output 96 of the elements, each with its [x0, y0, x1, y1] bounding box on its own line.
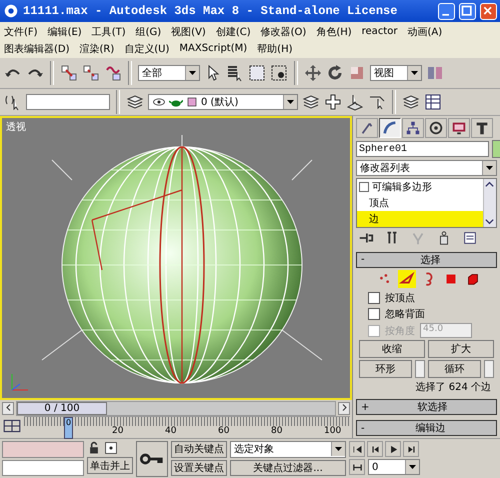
menu-item[interactable]: 动画(A): [407, 24, 442, 38]
next-frame-button[interactable]: [338, 402, 350, 414]
rollout-header[interactable]: + 软选择: [356, 399, 497, 416]
current-frame-field[interactable]: 0: [368, 459, 420, 475]
menu-item[interactable]: 编辑(E): [48, 24, 82, 38]
dropdown-arrow-icon[interactable]: [409, 465, 416, 469]
right-chevron-icon[interactable]: [340, 402, 348, 412]
key-filters-button[interactable]: 关键点过滤器...: [230, 460, 346, 476]
rollout-header[interactable]: - 编辑边: [356, 420, 497, 436]
select-by-name-icon[interactable]: [226, 64, 244, 82]
rollout-title: 编辑边: [414, 422, 446, 436]
menu-item[interactable]: 角色(H): [316, 24, 352, 38]
layer-name: 0 (默认): [201, 96, 238, 109]
checkbox-label: 按顶点: [385, 292, 415, 305]
checkbox[interactable]: [368, 308, 380, 320]
menu-item[interactable]: 图表编辑器(D): [4, 42, 70, 56]
dropdown-arrow-icon[interactable]: [287, 100, 294, 104]
viewport-label: 透视: [6, 120, 26, 134]
layer-dropdown[interactable]: 0 (默认): [148, 94, 298, 110]
layers-icon[interactable]: [126, 93, 144, 111]
frame-label: 40: [165, 426, 176, 436]
perspective-viewport[interactable]: 透视: [0, 116, 352, 400]
unlink-icon[interactable]: [82, 64, 100, 82]
add-to-layer-icon[interactable]: [324, 93, 342, 111]
checkbox-label: 忽略背面: [385, 308, 425, 321]
set-key-mode-button[interactable]: 设置关键点: [171, 460, 227, 476]
layer-manager-icon[interactable]: [402, 93, 420, 111]
rollout-header[interactable]: - 选择: [356, 252, 497, 268]
menu-item[interactable]: MAXScript(M): [179, 43, 248, 54]
click-prompt-button[interactable]: 单击并上: [87, 457, 133, 474]
menu-item[interactable]: 帮助(H): [257, 42, 292, 56]
schematic-view-icon[interactable]: [424, 93, 442, 111]
named-selection-field[interactable]: [26, 94, 110, 110]
rollout-title: 软选择: [416, 400, 449, 414]
checkbox[interactable]: [368, 292, 380, 304]
menu-item[interactable]: reactor: [362, 26, 398, 37]
current-frame-marker[interactable]: 0: [64, 417, 73, 439]
rotate-icon[interactable]: [326, 64, 344, 82]
sub-object-level-item[interactable]: 顶点: [357, 195, 483, 211]
lock-icon[interactable]: [87, 441, 101, 455]
selection-status: 选择了 624 个边: [414, 380, 492, 394]
reference-coordinate-dropdown[interactable]: 视图: [370, 65, 422, 81]
scroll-down-icon[interactable]: [484, 216, 495, 227]
window-crossing-icon[interactable]: [270, 64, 288, 82]
move-icon[interactable]: [304, 64, 322, 82]
rectangle-selection-icon[interactable]: [248, 64, 266, 82]
checkbox-label: 按角度: [385, 324, 415, 338]
frame-label: 80: [271, 426, 282, 436]
object-name-field[interactable]: Sphere01: [356, 141, 489, 157]
menu-item[interactable]: 自定义(U): [124, 42, 170, 56]
absolute-mode-icon[interactable]: [104, 441, 118, 455]
menu-item[interactable]: 渲染(R): [80, 42, 114, 56]
menu-item[interactable]: 工具(T): [92, 24, 126, 38]
link-icon[interactable]: [60, 64, 78, 82]
layer-color-icon: [186, 96, 198, 108]
selection-button[interactable]: 环形: [359, 360, 412, 378]
app-logo-icon: [3, 3, 19, 19]
selection-button[interactable]: 扩大: [428, 340, 494, 358]
frame-label: 60: [218, 426, 230, 436]
frame-label: 20: [112, 426, 124, 436]
dropdown-arrow-icon[interactable]: [486, 166, 493, 170]
maxscript-listener-field[interactable]: [2, 441, 84, 458]
selection-button[interactable]: 收缩: [359, 340, 425, 358]
modifier-list-dropdown[interactable]: 修改器列表: [356, 160, 497, 176]
modifier-stack-item[interactable]: 可编辑多边形: [357, 179, 483, 195]
set-key-button[interactable]: [136, 441, 168, 477]
menu-item[interactable]: 文件(F): [4, 24, 38, 38]
select-in-layer-icon[interactable]: [346, 93, 364, 111]
window-title: 11111.max - Autodesk 3ds Max 8 - Stand-alone License: [23, 4, 398, 18]
menu-item[interactable]: 组(G): [136, 24, 162, 38]
configure-modifier-sets-icon[interactable]: [462, 230, 478, 246]
previous-frame-button[interactable]: [2, 402, 14, 414]
rollout-title: 选择: [419, 254, 442, 267]
rollout-toggle[interactable]: +: [361, 402, 370, 413]
menu-item[interactable]: 创建(C): [216, 24, 251, 38]
spinner-arrows[interactable]: [484, 360, 494, 378]
new-layer-icon[interactable]: [302, 93, 320, 111]
menu-item[interactable]: 修改器(O): [260, 24, 306, 38]
bind-icon[interactable]: [104, 64, 122, 82]
auto-key-button[interactable]: 自动关键点: [171, 441, 227, 458]
menu-item[interactable]: 视图(V): [171, 24, 206, 38]
frame-label: 100: [324, 426, 342, 436]
dropdown-arrow-icon[interactable]: [335, 447, 342, 452]
left-chevron-icon[interactable]: [4, 402, 12, 412]
selection-filter-dropdown[interactable]: 全部: [138, 65, 200, 81]
sub-object-level-item[interactable]: 边: [357, 211, 483, 227]
spinner-arrows[interactable]: [415, 360, 425, 378]
dropdown-arrow-icon[interactable]: [411, 71, 418, 75]
rollout-toggle[interactable]: -: [361, 422, 365, 434]
key-mode-dropdown[interactable]: 选定对象: [230, 441, 346, 458]
dropdown-arrow-icon[interactable]: [189, 71, 196, 75]
time-slider-thumb[interactable]: 0 / 100: [17, 402, 107, 414]
track-bar[interactable]: 0 20 40 60 80 100: [24, 416, 350, 438]
rollout-toggle[interactable]: -: [361, 254, 365, 266]
selection-button[interactable]: 循环: [428, 360, 481, 378]
maxscript-listener-field[interactable]: [2, 460, 84, 476]
